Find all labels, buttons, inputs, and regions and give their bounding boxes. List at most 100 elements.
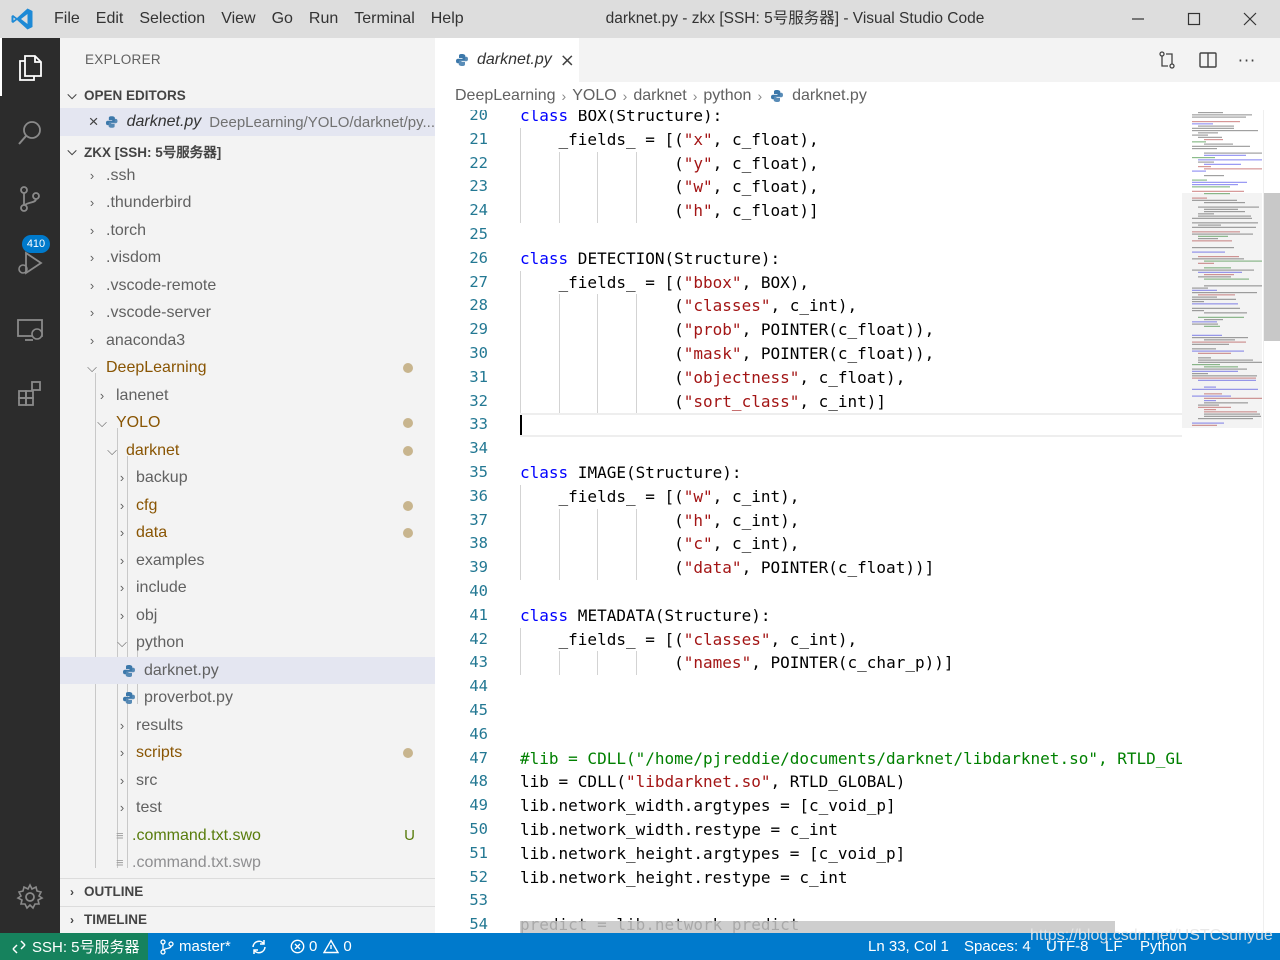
chevron-down-icon: ⌵ bbox=[117, 634, 127, 650]
tab-darknet-py[interactable]: darknet.py × bbox=[435, 38, 579, 82]
breadcrumb-file[interactable]: darknet.py bbox=[792, 87, 867, 105]
code-line: 23 ("w", c_float), bbox=[435, 175, 1185, 200]
minimap-slider[interactable] bbox=[1182, 193, 1262, 428]
tree-folder-darknet[interactable]: ⌵ darknet bbox=[60, 437, 435, 464]
timeline-header[interactable]: › TIMELINE bbox=[60, 906, 435, 932]
tree-folder-src[interactable]: › src bbox=[60, 767, 435, 794]
tree-folder-ssh[interactable]: › .ssh bbox=[60, 162, 435, 189]
code-text: ("prob", POINTER(c_float)), bbox=[520, 320, 935, 340]
tree-folder-obj[interactable]: › obj bbox=[60, 602, 435, 629]
editor-tab-bar: darknet.py × ··· bbox=[435, 38, 1280, 82]
cursor-position-label: Ln 33, Col 1 bbox=[868, 938, 949, 955]
chevron-right-icon: › bbox=[119, 470, 125, 485]
code-text: ("data", POINTER(c_float))] bbox=[520, 558, 935, 578]
tree-item-label: .visdom bbox=[106, 248, 162, 266]
breadcrumb-yolo[interactable]: YOLO bbox=[572, 87, 616, 105]
git-branch[interactable]: master* bbox=[160, 933, 231, 960]
tree-folder-lanenet[interactable]: › lanenet bbox=[60, 382, 435, 409]
vscode-logo-icon[interactable] bbox=[10, 7, 34, 31]
tree-folder-vscode-server[interactable]: › .vscode-server bbox=[60, 299, 435, 326]
problems-indicator[interactable]: 0 0 bbox=[290, 933, 352, 960]
menu-edit[interactable]: Edit bbox=[88, 0, 132, 38]
error-icon bbox=[290, 939, 305, 954]
tree-item-label: darknet bbox=[126, 441, 180, 459]
sync-button[interactable] bbox=[250, 933, 268, 960]
tree-folder-torch[interactable]: › .torch bbox=[60, 217, 435, 244]
breadcrumb-python[interactable]: python bbox=[703, 87, 751, 105]
menu-selection[interactable]: Selection bbox=[131, 0, 213, 38]
tree-folder-examples[interactable]: › examples bbox=[60, 547, 435, 574]
tree-folder-scripts[interactable]: › scripts bbox=[60, 739, 435, 766]
tree-folder-backup[interactable]: › backup bbox=[60, 464, 435, 491]
open-editor-item[interactable]: × darknet.py DeepLearning/YOLO/darknet/p… bbox=[60, 108, 435, 136]
search-activity[interactable] bbox=[0, 104, 60, 162]
tree-folder-anaconda3[interactable]: › anaconda3 bbox=[60, 327, 435, 354]
source-control-activity[interactable] bbox=[0, 170, 60, 228]
split-editor-button[interactable] bbox=[1196, 48, 1220, 72]
breadcrumb-deeplearning[interactable]: DeepLearning bbox=[455, 87, 556, 105]
outline-header[interactable]: › OUTLINE bbox=[60, 878, 435, 904]
remote-explorer-activity[interactable] bbox=[0, 300, 60, 358]
line-number: 37 bbox=[469, 510, 488, 529]
menu-run[interactable]: Run bbox=[301, 0, 346, 38]
tree-folder-cfg[interactable]: › cfg bbox=[60, 492, 435, 519]
tree-folder-visdom[interactable]: › .visdom bbox=[60, 244, 435, 271]
manage-activity[interactable] bbox=[0, 868, 60, 926]
minimize-button[interactable] bbox=[1110, 0, 1166, 38]
line-number: 53 bbox=[469, 891, 488, 910]
chevron-right-icon: › bbox=[89, 250, 95, 265]
timeline-label: TIMELINE bbox=[84, 912, 147, 927]
close-tab-icon[interactable]: × bbox=[560, 50, 575, 71]
close-editor-icon[interactable]: × bbox=[82, 112, 105, 132]
python-file-icon bbox=[123, 664, 135, 677]
menu-go[interactable]: Go bbox=[264, 0, 301, 38]
horizontal-scroll-thumb[interactable] bbox=[520, 921, 1115, 933]
maximize-button[interactable] bbox=[1166, 0, 1222, 38]
minimap-line bbox=[1192, 123, 1213, 125]
code-editor[interactable]: 20 class BOX(Structure): 21 _fields_ = [("… bbox=[435, 110, 1280, 933]
more-actions-button[interactable]: ··· bbox=[1235, 48, 1259, 72]
code-line: 39 ("data", POINTER(c_float))] bbox=[435, 556, 1185, 580]
minimap-line bbox=[1192, 186, 1230, 188]
indentation[interactable]: Spaces: 4 bbox=[964, 933, 1031, 960]
tree-folder-deeplearning[interactable]: ⌵ DeepLearning bbox=[60, 354, 435, 381]
vertical-scroll-thumb[interactable] bbox=[1264, 193, 1280, 341]
menu-help[interactable]: Help bbox=[423, 0, 472, 38]
code-line: 35 class IMAGE(Structure): bbox=[435, 461, 1185, 485]
tree-item-label: .vscode-server bbox=[106, 303, 211, 321]
tree-folder-yolo[interactable]: ⌵ YOLO bbox=[60, 409, 435, 436]
tree-item-label: backup bbox=[136, 468, 188, 486]
line-number: 26 bbox=[469, 248, 488, 267]
menu-file[interactable]: File bbox=[46, 0, 88, 38]
remote-indicator[interactable]: SSH: 5号服务器 bbox=[0, 933, 148, 960]
menu-view[interactable]: View bbox=[213, 0, 263, 38]
tree-folder-data[interactable]: › data bbox=[60, 519, 435, 546]
breadcrumb-darknet[interactable]: darknet bbox=[633, 87, 686, 105]
line-number: 36 bbox=[469, 486, 488, 505]
tree-file-command-swo[interactable]: ≡ .command.txt.swo U bbox=[60, 822, 435, 849]
line-number: 54 bbox=[469, 915, 488, 933]
tree-folder-include[interactable]: › include bbox=[60, 574, 435, 601]
code-line: 20 class BOX(Structure): bbox=[435, 110, 1185, 128]
tree-file-darknet-py[interactable]: darknet.py bbox=[60, 657, 435, 684]
run-debug-activity[interactable] bbox=[0, 234, 60, 292]
tree-folder-vscode-remote[interactable]: › .vscode-remote bbox=[60, 272, 435, 299]
cursor-position[interactable]: Ln 33, Col 1 bbox=[868, 933, 949, 960]
workspace-header[interactable]: ⌵ ZKX [SSH: 5号服务器] bbox=[60, 138, 435, 164]
minimap-line bbox=[1198, 112, 1223, 114]
open-changes-button[interactable] bbox=[1155, 48, 1179, 72]
tree-folder-test[interactable]: › test bbox=[60, 794, 435, 821]
tree-file-command-swp[interactable]: ≡ .command.txt.swp bbox=[60, 849, 435, 876]
close-window-button[interactable] bbox=[1222, 0, 1278, 38]
tree-folder-python[interactable]: ⌵ python bbox=[60, 629, 435, 656]
open-editors-header[interactable]: ⌵ OPEN EDITORS bbox=[60, 82, 435, 108]
tree-folder-results[interactable]: › results bbox=[60, 712, 435, 739]
extensions-activity[interactable] bbox=[0, 364, 60, 422]
tree-folder-thunderbird[interactable]: › .thunderbird bbox=[60, 189, 435, 216]
tree-file-proverbot-py[interactable]: proverbot.py bbox=[60, 684, 435, 711]
explorer-activity[interactable] bbox=[0, 38, 60, 96]
code-line: 43 ("names", POINTER(c_char_p))] bbox=[435, 651, 1185, 676]
chevron-down-icon: ⌵ bbox=[67, 143, 77, 158]
line-number: 52 bbox=[469, 867, 488, 886]
menu-terminal[interactable]: Terminal bbox=[346, 0, 422, 38]
